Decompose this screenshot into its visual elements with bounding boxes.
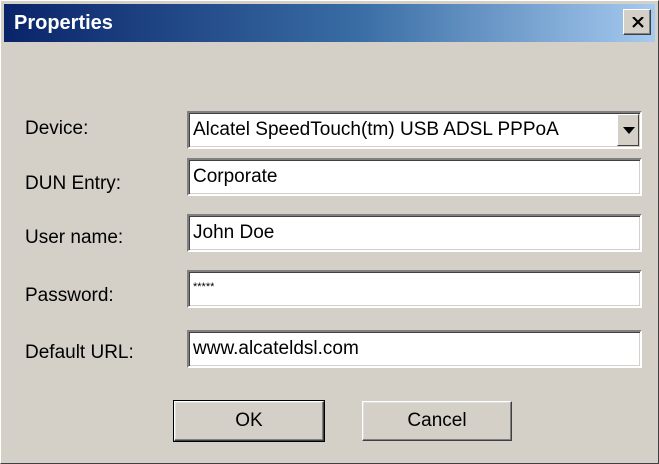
password-label: Password: xyxy=(25,285,114,306)
default-url-field[interactable]: www.alcateldsl.com xyxy=(187,330,642,368)
chevron-down-icon xyxy=(623,127,635,134)
cancel-button[interactable]: Cancel xyxy=(362,401,512,441)
default-url-value: www.alcateldsl.com xyxy=(193,338,359,359)
password-value: ***** xyxy=(193,281,215,293)
properties-dialog: Properties Device: Alcatel SpeedTouch(tm… xyxy=(0,0,659,464)
close-icon xyxy=(632,17,644,28)
device-label: Device: xyxy=(25,118,89,139)
user-name-label: User name: xyxy=(25,227,124,248)
title-bar[interactable]: Properties xyxy=(4,4,655,42)
dun-entry-value: Corporate xyxy=(193,166,278,187)
close-button[interactable] xyxy=(623,9,651,35)
dialog-title: Properties xyxy=(14,12,113,34)
ok-button[interactable]: OK xyxy=(173,400,325,442)
default-url-label: Default URL: xyxy=(25,342,134,363)
device-value: Alcatel SpeedTouch(tm) USB ADSL PPPoA xyxy=(193,119,559,140)
dun-entry-label: DUN Entry: xyxy=(25,173,122,194)
password-field[interactable]: ***** xyxy=(187,270,642,308)
user-name-field[interactable]: John Doe xyxy=(187,214,642,252)
dun-entry-field[interactable]: Corporate xyxy=(187,158,642,196)
user-name-value: John Doe xyxy=(193,222,275,243)
device-select[interactable]: Alcatel SpeedTouch(tm) USB ADSL PPPoA xyxy=(187,111,642,149)
device-dropdown-button[interactable] xyxy=(617,114,639,146)
